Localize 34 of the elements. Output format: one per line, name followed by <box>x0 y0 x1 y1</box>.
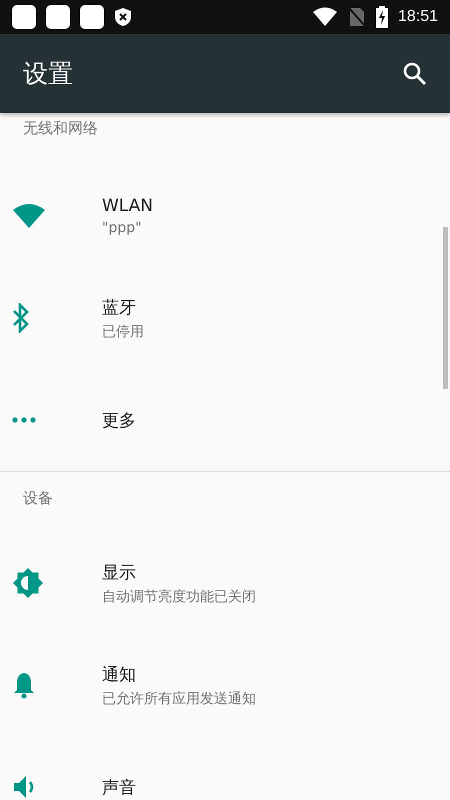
item-title: 声音 <box>102 776 136 798</box>
item-summary: 自动调节亮度功能已关闭 <box>102 588 256 606</box>
notification-icon <box>80 5 104 29</box>
wifi-icon <box>312 7 338 27</box>
item-summary: 已停用 <box>102 322 144 340</box>
scrollbar[interactable] <box>443 227 448 389</box>
settings-item[interactable]: 显示 自动调节亮度功能已关闭 <box>0 532 450 634</box>
no-sim-icon <box>348 7 366 27</box>
item-title: 更多 <box>102 410 136 432</box>
app-title: 设置 <box>23 58 73 90</box>
item-title: 通知 <box>102 664 136 686</box>
item-title: WLAN <box>102 196 154 216</box>
settings-item[interactable]: 通知 已允许所有应用发送通知 <box>0 634 450 736</box>
settings-item[interactable]: 更多 <box>0 369 450 471</box>
notification-icon <box>46 5 70 29</box>
section-header: 无线和网络 <box>22 118 99 139</box>
bluetooth-icon <box>12 303 30 333</box>
more-icon <box>12 417 36 423</box>
notification-icon <box>12 5 36 29</box>
item-summary: 已允许所有应用发送通知 <box>102 690 256 708</box>
item-title: 显示 <box>102 562 136 584</box>
section-header: 设备 <box>22 488 54 509</box>
settings-item[interactable]: 声音 <box>0 736 450 800</box>
shield-icon <box>114 7 132 27</box>
search-icon[interactable] <box>402 60 428 86</box>
item-summary: "ppp" <box>102 220 142 236</box>
status-time: 18:51 <box>398 8 438 26</box>
bell-icon <box>12 671 36 699</box>
brightness-icon <box>12 567 44 599</box>
settings-item[interactable]: WLAN "ppp" <box>0 165 450 267</box>
settings-item[interactable]: 蓝牙 已停用 <box>0 267 450 369</box>
item-title: 蓝牙 <box>102 296 136 318</box>
wifi-icon <box>12 203 46 229</box>
battery-charging-icon <box>376 6 388 28</box>
